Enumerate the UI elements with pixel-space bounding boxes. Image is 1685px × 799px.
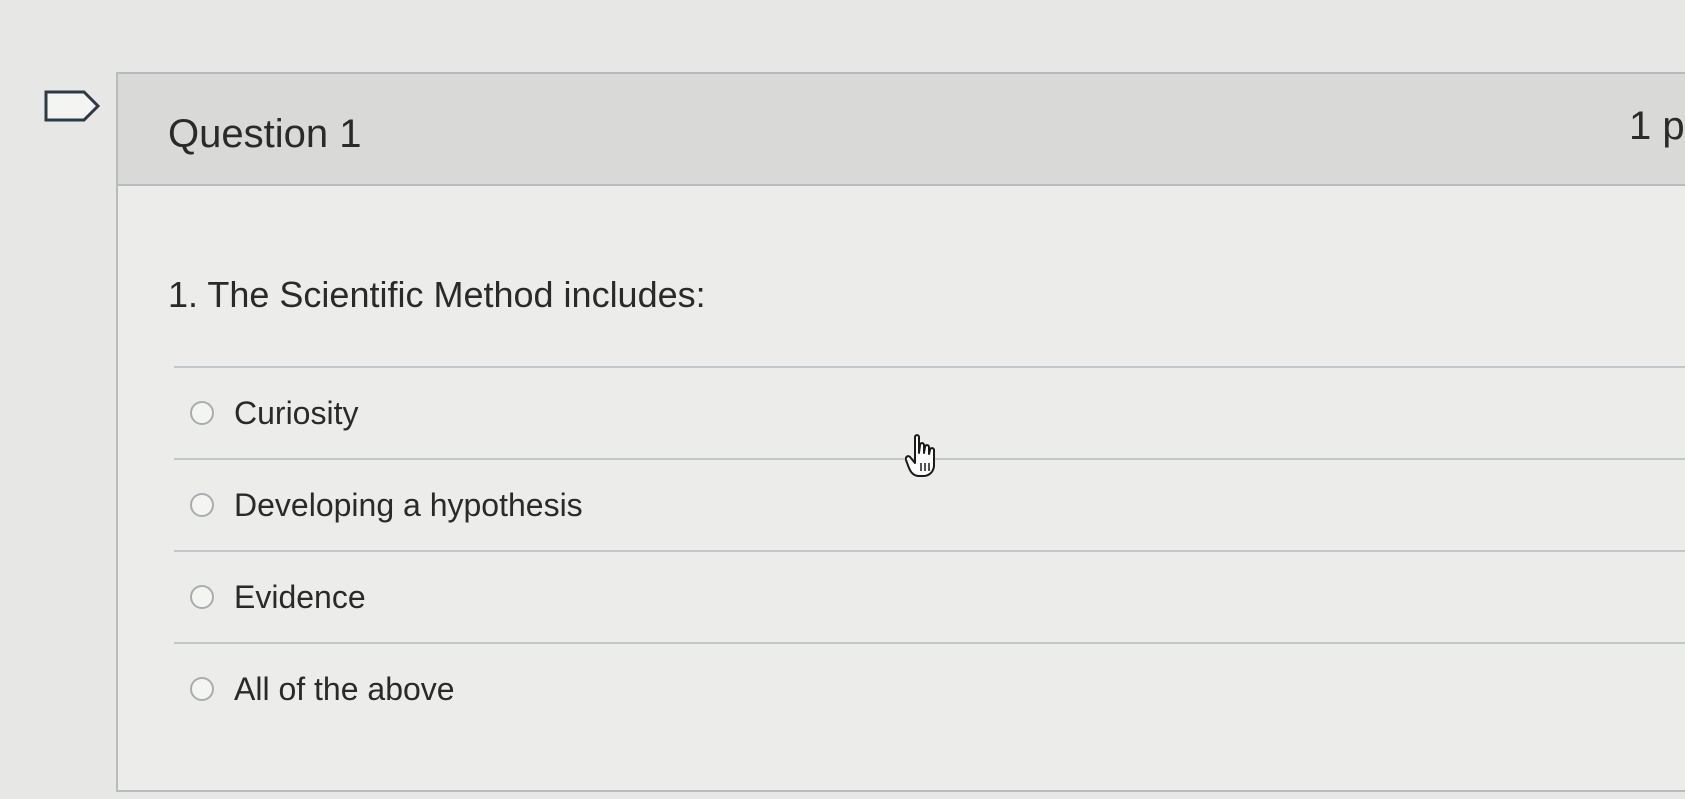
answer-option-developing-hypothesis[interactable]: Developing a hypothesis — [174, 458, 1685, 550]
radio-button[interactable] — [190, 401, 214, 425]
answer-label: Evidence — [234, 578, 366, 615]
answer-option-evidence[interactable]: Evidence — [174, 550, 1685, 642]
answer-option-all-of-the-above[interactable]: All of the above — [174, 642, 1685, 734]
radio-button[interactable] — [190, 493, 214, 517]
question-points: 1 p — [1629, 104, 1685, 148]
radio-button[interactable] — [190, 585, 214, 609]
question-text: 1. The Scientific Method includes: — [168, 274, 706, 315]
answer-label: Curiosity — [234, 394, 359, 431]
answer-option-curiosity[interactable]: Curiosity — [174, 366, 1685, 458]
question-card: Question 1 1 p 1. The Scientific Method … — [116, 72, 1685, 792]
flag-question-icon[interactable] — [44, 90, 100, 122]
answer-label: Developing a hypothesis — [234, 486, 583, 523]
answer-label: All of the above — [234, 670, 455, 707]
question-header: Question 1 1 p — [118, 74, 1685, 186]
radio-button[interactable] — [190, 677, 214, 701]
question-title: Question 1 — [168, 112, 362, 156]
answer-list: Curiosity Developing a hypothesis Eviden… — [174, 366, 1685, 734]
